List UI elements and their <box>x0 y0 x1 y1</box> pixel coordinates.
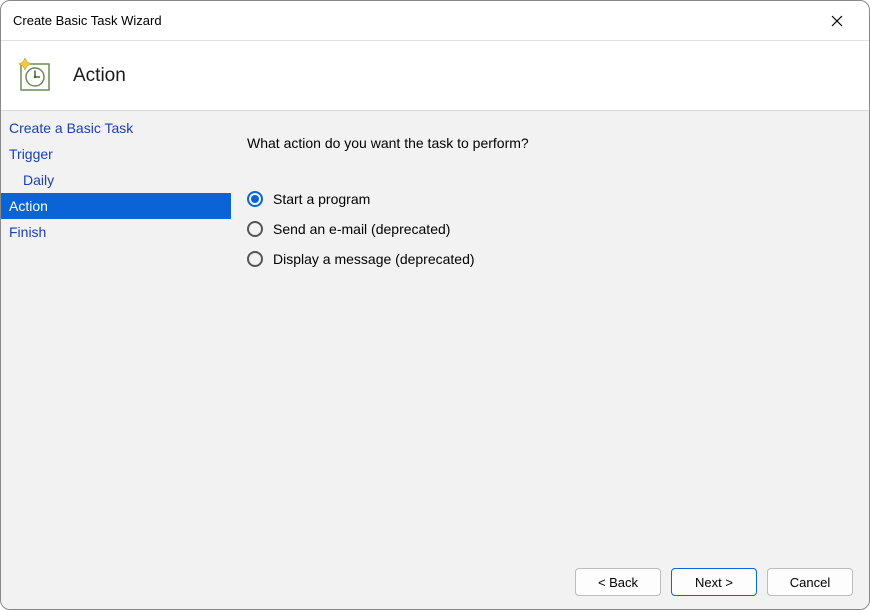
radio-option-display-a-message-deprecated[interactable]: Display a message (deprecated) <box>247 251 849 267</box>
sidebar-item-label: Trigger <box>9 146 53 162</box>
back-button[interactable]: < Back <box>575 568 661 596</box>
radio-input[interactable] <box>247 251 263 267</box>
sidebar: Create a Basic Task Trigger Daily Action Fin… <box>1 111 231 557</box>
sidebar-item-action[interactable]: Action <box>1 193 231 219</box>
next-button[interactable]: Next > <box>671 568 757 596</box>
footer: < Back Next > Cancel <box>1 555 869 609</box>
close-button[interactable] <box>817 1 857 41</box>
radio-dot-icon <box>251 195 259 203</box>
sidebar-item-label: Finish <box>9 224 46 240</box>
sidebar-item-label: Action <box>9 198 48 214</box>
titlebar: Create Basic Task Wizard <box>1 1 869 41</box>
sidebar-item-finish[interactable]: Finish <box>1 219 231 245</box>
sidebar-item-label: Create a Basic Task <box>9 120 133 136</box>
radio-label: Send an e-mail (deprecated) <box>273 221 450 237</box>
radio-option-send-an-e-mail-deprecated[interactable]: Send an e-mail (deprecated) <box>247 221 849 237</box>
page-title: Action <box>73 65 126 87</box>
radio-option-start-a-program[interactable]: Start a program <box>247 191 849 207</box>
radio-label: Display a message (deprecated) <box>273 251 475 267</box>
wizard-icon <box>17 58 53 94</box>
radio-input[interactable] <box>247 221 263 237</box>
cancel-button[interactable]: Cancel <box>767 568 853 596</box>
window-title: Create Basic Task Wizard <box>13 13 817 28</box>
sidebar-item-label: Daily <box>23 172 54 188</box>
wizard-body: Create a Basic Task Trigger Daily Action Fin… <box>1 111 869 557</box>
sidebar-item-trigger[interactable]: Trigger <box>1 141 231 167</box>
header: Action <box>1 41 869 111</box>
close-icon <box>831 15 843 27</box>
content: What action do you want the task to perf… <box>231 111 869 557</box>
sidebar-item-daily[interactable]: Daily <box>1 167 231 193</box>
action-radio-group: Start a program Send an e-mail (deprecate… <box>247 191 849 267</box>
prompt-text: What action do you want the task to perf… <box>247 135 849 151</box>
sidebar-item-create-a-basic-task[interactable]: Create a Basic Task <box>1 115 231 141</box>
radio-label: Start a program <box>273 191 370 207</box>
radio-input[interactable] <box>247 191 263 207</box>
